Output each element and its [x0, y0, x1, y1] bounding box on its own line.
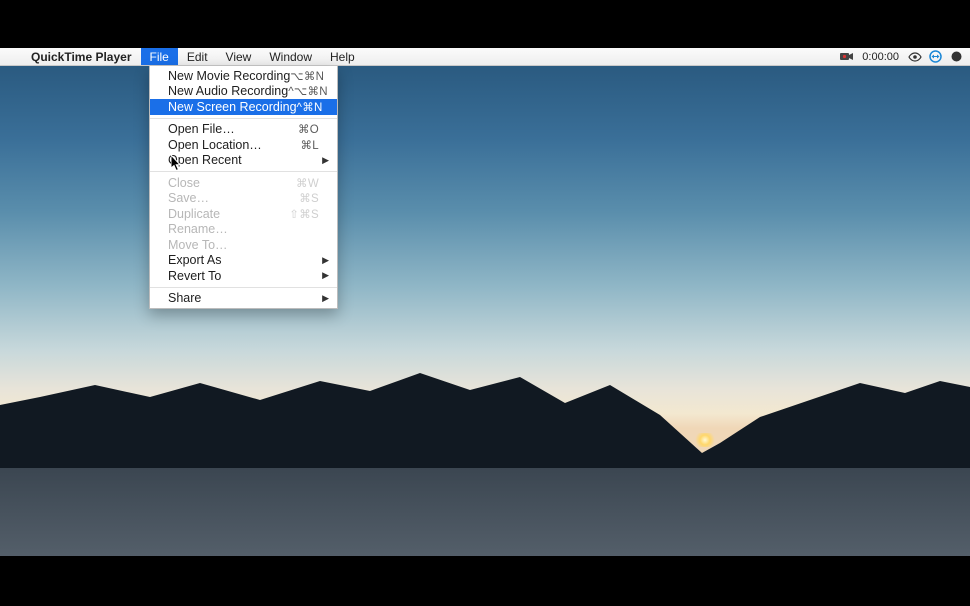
menu-separator [150, 118, 337, 119]
menu-item-revert-to[interactable]: Revert To ▶ [150, 268, 337, 284]
file-menu-dropdown: New Movie Recording ⌥⌘N New Audio Record… [149, 66, 338, 309]
menu-help[interactable]: Help [321, 48, 364, 65]
submenu-arrow-icon: ▶ [322, 270, 329, 281]
submenu-arrow-icon: ▶ [322, 255, 329, 266]
menu-bar-right: 0:00:00 [839, 51, 970, 63]
menu-item-new-movie-recording[interactable]: New Movie Recording ⌥⌘N [150, 68, 337, 84]
letterbox-bottom [0, 556, 970, 606]
menu-item-open-recent[interactable]: Open Recent ▶ [150, 153, 337, 169]
menu-item-label: Share [168, 291, 319, 305]
menu-item-move-to: Move To… [150, 237, 337, 253]
menu-item-new-screen-recording[interactable]: New Screen Recording ^⌘N [150, 99, 337, 115]
menu-item-shortcut: ^⌘N [297, 100, 323, 114]
menu-item-shortcut: ⌘W [296, 176, 319, 190]
desktop-area: QuickTime Player File Edit View Window H… [0, 48, 970, 556]
menu-item-export-as[interactable]: Export As ▶ [150, 253, 337, 269]
wallpaper-sun [695, 433, 715, 447]
menu-item-label: Open Recent [168, 153, 319, 167]
menu-item-share[interactable]: Share ▶ [150, 291, 337, 307]
menu-item-open-location[interactable]: Open Location… ⌘L [150, 137, 337, 153]
menu-item-label: New Screen Recording [168, 100, 297, 114]
menu-view[interactable]: View [217, 48, 261, 65]
menu-separator [150, 171, 337, 172]
menu-item-shortcut: ⇧⌘S [289, 207, 319, 221]
menu-item-label: Export As [168, 253, 319, 267]
menu-bar: QuickTime Player File Edit View Window H… [0, 48, 970, 66]
submenu-arrow-icon: ▶ [322, 293, 329, 304]
menu-item-label: Revert To [168, 269, 319, 283]
status-icon-generic[interactable] [949, 51, 964, 63]
menu-item-label: New Movie Recording [168, 69, 290, 83]
recording-timer[interactable]: 0:00:00 [860, 51, 901, 63]
menu-item-duplicate: Duplicate ⇧⌘S [150, 206, 337, 222]
active-app-name[interactable]: QuickTime Player [22, 50, 141, 64]
menu-item-label: Open File… [168, 122, 298, 136]
menu-item-label: Open Location… [168, 138, 301, 152]
menu-bar-left: QuickTime Player File Edit View Window H… [0, 48, 364, 65]
status-icon-teamviewer[interactable] [928, 51, 943, 63]
menu-file[interactable]: File [141, 48, 178, 65]
menu-item-label: Close [168, 176, 296, 190]
menu-item-label: Save… [168, 191, 299, 205]
menu-item-new-audio-recording[interactable]: New Audio Recording ^⌥⌘N [150, 84, 337, 100]
menu-item-shortcut: ⌘S [299, 191, 319, 205]
menu-item-shortcut: ⌥⌘N [290, 69, 324, 83]
menu-item-shortcut: ^⌥⌘N [288, 84, 328, 98]
menu-edit[interactable]: Edit [178, 48, 217, 65]
letterbox-top [0, 0, 970, 48]
menu-item-rename: Rename… [150, 222, 337, 238]
menu-item-close: Close ⌘W [150, 175, 337, 191]
recording-indicator-icon[interactable] [839, 51, 854, 63]
status-icon-eye[interactable] [907, 51, 922, 63]
submenu-arrow-icon: ▶ [322, 155, 329, 166]
menu-item-shortcut: ⌘L [301, 138, 320, 152]
menu-separator [150, 287, 337, 288]
menu-window[interactable]: Window [260, 48, 321, 65]
menu-item-shortcut: ⌘O [298, 122, 319, 136]
menu-item-open-file[interactable]: Open File… ⌘O [150, 122, 337, 138]
menu-item-label: New Audio Recording [168, 84, 288, 98]
menu-item-label: Move To… [168, 238, 319, 252]
menu-item-label: Rename… [168, 222, 319, 236]
menu-item-label: Duplicate [168, 207, 289, 221]
wallpaper-water [0, 468, 970, 556]
menu-item-save: Save… ⌘S [150, 191, 337, 207]
